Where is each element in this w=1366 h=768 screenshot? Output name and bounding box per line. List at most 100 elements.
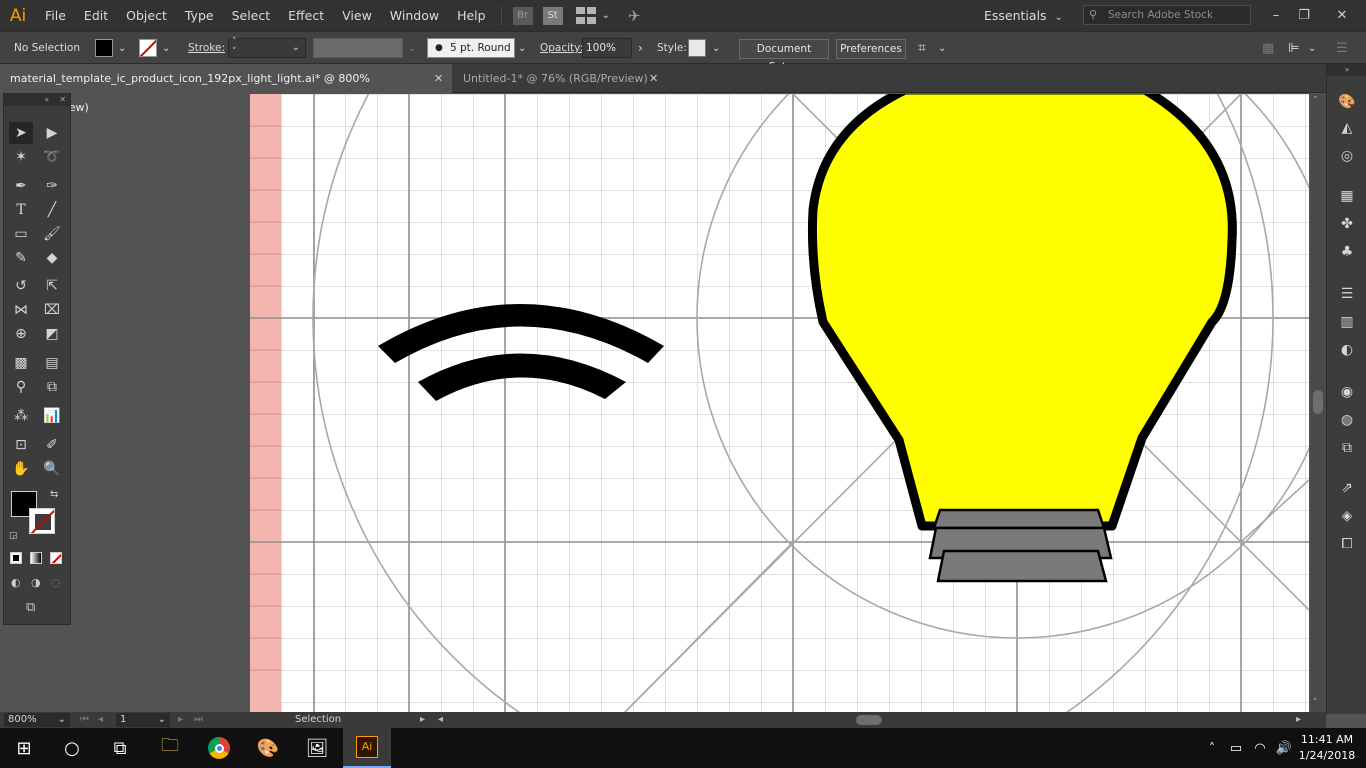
workspace-switcher[interactable]: Essentials ⌄ — [984, 0, 1063, 31]
artboard-number-field[interactable]: 1 ⌄ — [116, 713, 170, 727]
chevron-down-icon[interactable]: ⌄ — [118, 32, 126, 65]
none-mode-icon[interactable] — [50, 552, 62, 564]
tab-material-template[interactable]: material_template_ic_product_icon_192px_… — [0, 64, 452, 114]
minimize-button[interactable]: – — [1262, 0, 1290, 31]
color-panel-icon[interactable]: 🎨 — [1337, 92, 1357, 112]
chevron-down-icon[interactable]: ⌄ — [408, 32, 416, 65]
stock-button[interactable]: St — [542, 6, 563, 25]
draw-normal-icon[interactable]: ◐ — [11, 576, 21, 589]
photos-icon[interactable]: 🖼 — [293, 728, 341, 768]
opacity-field[interactable]: 100% — [582, 38, 632, 58]
transform-icon[interactable]: ⊫ — [1288, 32, 1299, 65]
fill-swatch[interactable] — [95, 39, 113, 57]
close-button[interactable]: ✕ — [1324, 0, 1360, 31]
column-graph-tool-icon[interactable]: 📊 — [40, 405, 64, 427]
curvature-tool-icon[interactable]: ✑ — [40, 175, 64, 197]
dock-collapse-icon[interactable]: » — [1327, 64, 1366, 76]
adobe-stock-search[interactable]: ⚲ Search Adobe Stock — [1083, 5, 1251, 25]
chevron-down-icon[interactable]: ⌄ — [938, 32, 946, 65]
battery-icon[interactable]: ▭ — [1224, 728, 1248, 768]
select-similar-icon[interactable]: ⌗ — [918, 32, 926, 65]
scroll-down-icon[interactable]: ˅ — [1313, 698, 1318, 708]
chevron-down-icon[interactable]: ⌄ — [712, 32, 720, 65]
menu-object[interactable]: Object — [117, 0, 176, 31]
shape-builder-tool-icon[interactable]: ⊕ — [9, 323, 33, 345]
variable-width-profile[interactable] — [313, 38, 403, 58]
menu-type[interactable]: Type — [176, 0, 223, 31]
layers-alt-icon[interactable]: ⧉ — [1337, 438, 1357, 458]
graphic-style-swatch[interactable] — [688, 39, 706, 57]
draw-behind-icon[interactable]: ◑ — [31, 576, 41, 589]
align-icon[interactable]: ▦ — [1262, 32, 1274, 65]
artboards-icon[interactable]: ⧠ — [1337, 534, 1357, 554]
perspective-grid-tool-icon[interactable]: ◩ — [40, 323, 64, 345]
status-menu-icon[interactable]: ▸ — [420, 712, 425, 728]
first-artboard-icon[interactable]: ⏮ — [80, 712, 89, 728]
swatches-icon[interactable]: ▦ — [1337, 186, 1357, 206]
graphic-styles-icon[interactable]: ◍ — [1337, 410, 1357, 430]
stroke-color-box[interactable] — [29, 508, 55, 534]
width-tool-icon[interactable]: ⋈ — [9, 299, 33, 321]
lasso-tool-icon[interactable]: ➰ — [40, 146, 64, 168]
panel-header[interactable]: « ✕ — [4, 94, 70, 106]
scroll-up-icon[interactable]: ˄ — [1313, 96, 1318, 106]
show-hidden-icons-icon[interactable]: ˄ — [1200, 728, 1224, 768]
horizontal-scrollbar-thumb[interactable] — [856, 715, 882, 725]
last-artboard-icon[interactable]: ⏭ — [194, 712, 203, 728]
pen-tool-icon[interactable]: ✒ — [9, 175, 33, 197]
paintbrush-tool-icon[interactable]: 🖌 — [40, 223, 64, 245]
screen-mode-icon[interactable]: ⧉ — [26, 600, 35, 615]
rectangle-tool-icon[interactable]: ▭ — [9, 223, 33, 245]
tab-untitled-1[interactable]: Untitled-1* @ 76% (RGB/Preview) ✕ — [453, 64, 667, 93]
export-icon[interactable]: ⇗ — [1337, 478, 1357, 498]
menu-effect[interactable]: Effect — [279, 0, 333, 31]
magic-wand-tool-icon[interactable]: ✶ — [9, 146, 33, 168]
task-view-icon[interactable]: ⧉ — [96, 728, 144, 768]
chevron-down-icon[interactable]: ⌄ — [602, 10, 610, 21]
stroke-weight-field[interactable]: ˄ ˅ ⌄ — [228, 37, 306, 58]
type-tool-icon[interactable]: T — [9, 199, 33, 221]
chrome-icon[interactable] — [195, 728, 243, 768]
eyedropper-tool-icon[interactable]: ⚲ — [9, 376, 33, 398]
opacity-label[interactable]: Opacity: — [540, 32, 583, 65]
paint-icon[interactable]: 🎨 — [244, 728, 292, 768]
menu-window[interactable]: Window — [381, 0, 448, 31]
mesh-tool-icon[interactable]: ▩ — [9, 352, 33, 374]
symbols-icon[interactable]: ♣ — [1337, 242, 1357, 262]
scrollbar-thumb[interactable] — [1313, 390, 1323, 414]
gradient-tool-icon[interactable]: ▤ — [40, 352, 64, 374]
artboard-canvas[interactable] — [250, 94, 1309, 712]
windows-start-icon[interactable]: ⊞ — [0, 728, 48, 768]
color-guide-icon[interactable]: ◭ — [1337, 118, 1357, 138]
color-mode-icon[interactable] — [10, 552, 22, 564]
gradient-mode-icon[interactable] — [30, 552, 42, 564]
gpu-performance-icon[interactable]: ✈ — [628, 7, 641, 25]
menu-view[interactable]: View — [333, 0, 381, 31]
rotate-tool-icon[interactable]: ↺ — [9, 275, 33, 297]
stroke-swatch[interactable] — [139, 39, 157, 57]
chevron-down-icon[interactable]: ⌄ — [158, 713, 166, 727]
slice-tool-icon[interactable]: ✐ — [40, 434, 64, 456]
file-explorer-icon[interactable]: 🗀 — [146, 728, 194, 768]
scroll-right-icon[interactable]: ▸ — [1296, 712, 1301, 728]
artboard-tool-icon[interactable]: ⊡ — [9, 434, 33, 456]
stroke-panel-icon[interactable]: ☰ — [1337, 284, 1357, 304]
preferences-button[interactable]: Preferences — [836, 39, 906, 59]
hand-tool-icon[interactable]: ✋ — [9, 458, 33, 480]
bridge-button[interactable]: Br — [512, 6, 533, 25]
scroll-left-icon[interactable]: ◂ — [438, 712, 443, 728]
restore-button[interactable]: ❐ — [1290, 0, 1318, 31]
close-icon[interactable]: ✕ — [434, 64, 443, 93]
menu-file[interactable]: File — [36, 0, 75, 31]
menu-help[interactable]: Help — [448, 0, 495, 31]
document-setup-button[interactable]: Document Setup — [739, 39, 829, 73]
appearance-icon[interactable]: ◉ — [1337, 382, 1357, 402]
arrange-documents-icon[interactable] — [575, 6, 598, 25]
transparency-icon[interactable]: ◐ — [1337, 340, 1357, 360]
chevron-down-icon[interactable]: ⌄ — [292, 39, 300, 57]
volume-icon[interactable]: 🔊 — [1272, 728, 1296, 768]
chevron-down-icon[interactable]: ⌄ — [162, 32, 170, 65]
next-artboard-icon[interactable]: ▸ — [178, 712, 183, 728]
stroke-label[interactable]: Stroke: — [188, 32, 225, 65]
panel-menu-icon[interactable]: ☰ — [1336, 32, 1348, 65]
